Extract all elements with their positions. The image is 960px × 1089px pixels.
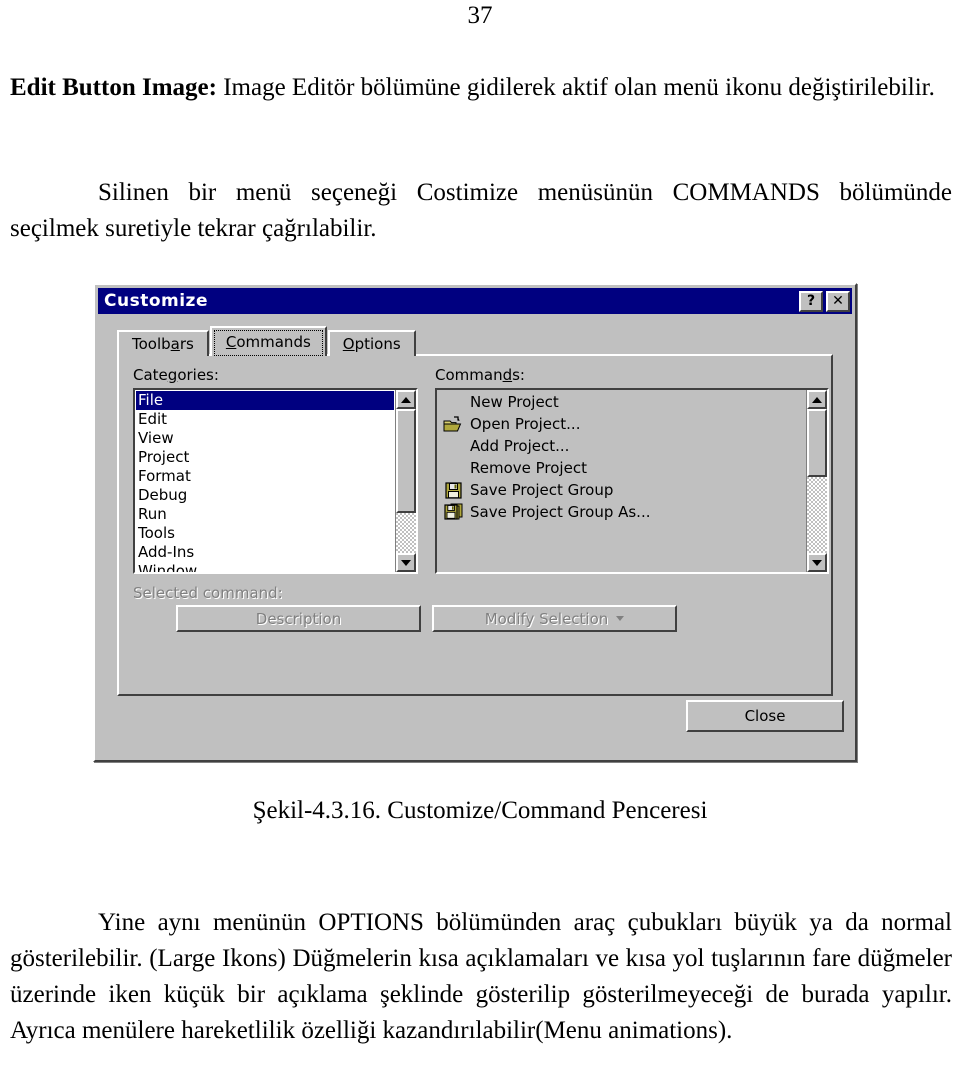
list-item[interactable]: Window	[136, 562, 395, 572]
list-item[interactable]: Edit	[136, 410, 395, 429]
list-item[interactable]: Format	[136, 467, 395, 486]
list-item[interactable]: File	[136, 391, 394, 410]
list-item[interactable]: Remove Project	[438, 457, 806, 479]
floppy-disk-stack-icon	[442, 502, 464, 522]
list-item[interactable]: New Project	[438, 391, 806, 413]
tab-commands[interactable]: Commands	[209, 326, 327, 356]
command-label: New Project	[470, 393, 559, 411]
scroll-up-arrow-icon[interactable]	[807, 390, 827, 409]
scroll-down-arrow-icon[interactable]	[396, 553, 416, 572]
scroll-up-arrow-icon[interactable]	[396, 390, 416, 409]
paragraph-body: Silinen bir menü seçeneği Costimize menü…	[10, 179, 952, 242]
categories-scroll-thumb[interactable]	[396, 409, 416, 513]
selected-command-label: Selected command:	[133, 584, 283, 602]
categories-scroll-track[interactable]	[396, 409, 416, 553]
command-label: Add Project...	[470, 437, 570, 455]
customize-dialog: Customize ? ✕ Toolb a rs Commands Options …	[93, 283, 857, 762]
dialog-titlebar[interactable]: Customize ? ✕	[98, 288, 852, 314]
tab-options[interactable]: Options	[327, 330, 416, 356]
floppy-disk-icon	[442, 480, 464, 500]
paragraph-body: Yine aynı menünün OPTIONS bölümünden ara…	[10, 909, 952, 1044]
open-folder-icon	[442, 414, 464, 434]
paragraph-edit-button-image: Edit Button Image: Image Editör bölümüne…	[10, 70, 952, 106]
tab-strip: Toolb a rs Commands Options	[117, 326, 418, 356]
tab-page-commands: Categories: File Edit View Project Forma…	[117, 354, 833, 696]
commands-scroll-thumb[interactable]	[807, 409, 827, 477]
description-button[interactable]: Description	[176, 605, 421, 632]
list-item[interactable]: Open Project...	[438, 413, 806, 435]
commands-listbox[interactable]: New Project Open Project... Add Project.…	[435, 388, 829, 574]
command-label: Remove Project	[470, 459, 587, 477]
paragraph-lead-in: Edit Button Image:	[10, 74, 217, 101]
tab-toolbars[interactable]: Toolb a rs	[117, 330, 209, 356]
paragraph-body: Image Editör bölümüne gidilerek aktif ol…	[216, 74, 935, 101]
modify-selection-button[interactable]: Modify Selection	[432, 605, 677, 632]
modify-selection-label: Modify Selection	[484, 609, 609, 628]
figure-caption: Şekil-4.3.16. Customize/Command Penceres…	[252, 797, 708, 824]
list-item[interactable]: View	[136, 429, 395, 448]
commands-label: Commands:	[435, 366, 525, 384]
list-item[interactable]: Tools	[136, 524, 395, 543]
list-item[interactable]: Save Project Group As...	[438, 501, 806, 523]
scroll-down-arrow-icon[interactable]	[807, 553, 827, 572]
titlebar-buttons: ? ✕	[799, 290, 850, 312]
dialog-title: Customize	[104, 291, 208, 311]
list-item[interactable]: Add-Ins	[136, 543, 395, 562]
command-label: Save Project Group As...	[470, 503, 651, 521]
list-item[interactable]: Save Project Group	[438, 479, 806, 501]
list-item[interactable]: Run	[136, 505, 395, 524]
list-item[interactable]: Debug	[136, 486, 395, 505]
help-icon[interactable]: ?	[799, 290, 823, 312]
paragraph-silinen-menu: Silinen bir menü seçeneği Costimize menü…	[10, 175, 952, 247]
categories-label: Categories:	[133, 366, 219, 384]
list-item[interactable]: Project	[136, 448, 395, 467]
categories-scrollbar[interactable]	[395, 390, 416, 572]
close-icon[interactable]: ✕	[826, 290, 850, 312]
close-button[interactable]: Close	[686, 700, 844, 732]
categories-listbox[interactable]: File Edit View Project Format Debug Run …	[133, 388, 418, 574]
categories-list-items: File Edit View Project Format Debug Run …	[135, 390, 395, 572]
chevron-down-icon	[616, 616, 625, 621]
commands-scroll-track[interactable]	[807, 409, 827, 553]
commands-list-items: New Project Open Project... Add Project.…	[437, 390, 806, 572]
command-label: Save Project Group	[470, 481, 614, 499]
commands-scrollbar[interactable]	[806, 390, 827, 572]
page-number: 37	[467, 2, 493, 29]
paragraph-options-bolumu: Yine aynı menünün OPTIONS bölümünden ara…	[10, 905, 952, 1049]
list-item[interactable]: Add Project...	[438, 435, 806, 457]
command-label: Open Project...	[470, 415, 581, 433]
